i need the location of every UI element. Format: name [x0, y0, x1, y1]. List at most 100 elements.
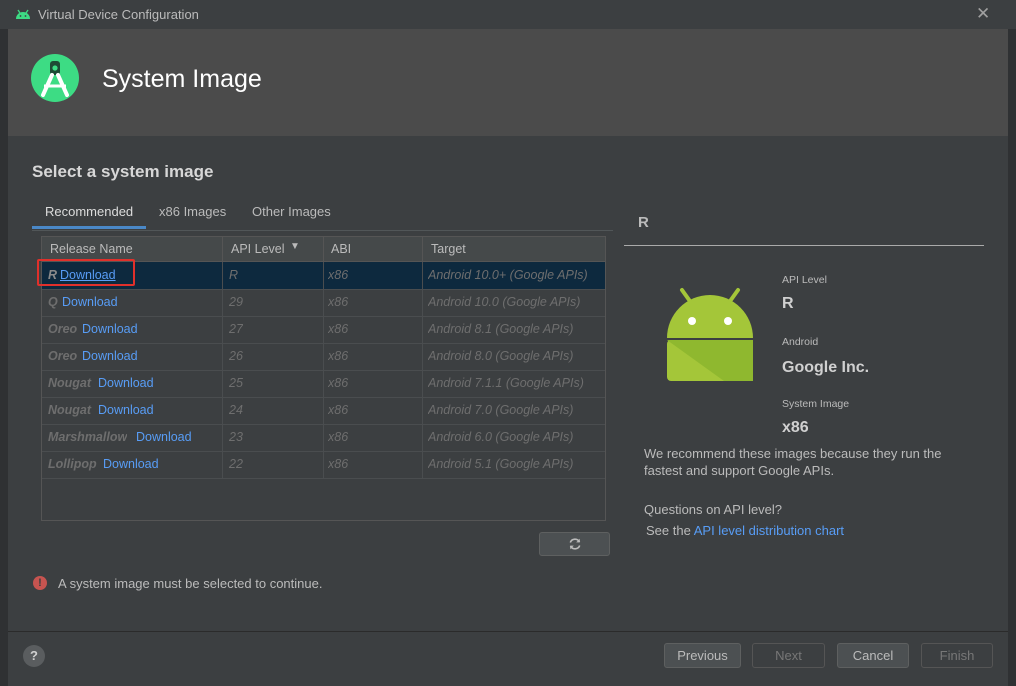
api-distribution-chart-link[interactable]: API level distribution chart: [694, 523, 844, 538]
column-divider: [422, 237, 423, 261]
wizard-header: System Image: [8, 29, 1008, 136]
android-robot-icon: [664, 286, 756, 391]
column-divider: [222, 424, 223, 451]
target-cell: Android 8.1 (Google APIs): [428, 322, 574, 336]
column-divider: [323, 424, 324, 451]
table-row[interactable]: Q Download 29 x86 Android 10.0 (Google A…: [42, 289, 605, 317]
refresh-button[interactable]: [539, 532, 610, 556]
table-row[interactable]: Oreo Download 26 x86 Android 8.0 (Google…: [42, 343, 605, 371]
table-row[interactable]: Nougat Download 24 x86 Android 7.0 (Goog…: [42, 397, 605, 425]
window-frame-left: [0, 29, 8, 686]
previous-button[interactable]: Previous: [664, 643, 741, 668]
tab-other-images[interactable]: Other Images: [252, 204, 331, 219]
window-title: Virtual Device Configuration: [38, 7, 199, 22]
release-name: Q: [48, 295, 58, 309]
download-link[interactable]: Download: [98, 376, 154, 390]
target-cell: Android 6.0 (Google APIs): [428, 430, 574, 444]
active-tab-indicator: [32, 226, 146, 229]
api-level-value: R: [782, 295, 794, 312]
column-header-api-level[interactable]: API Level: [231, 242, 285, 256]
api-level-cell: 26: [229, 349, 243, 363]
system-image-label: System Image: [782, 398, 850, 410]
column-divider: [422, 370, 423, 397]
column-divider: [323, 343, 324, 370]
column-divider: [422, 289, 423, 316]
release-name: Lollipop: [48, 457, 97, 471]
target-cell: Android 7.1.1 (Google APIs): [428, 376, 584, 390]
annotation-highlight: [37, 259, 135, 286]
table-row[interactable]: Nougat Download 25 x86 Android 7.1.1 (Go…: [42, 370, 605, 398]
help-button[interactable]: ?: [23, 645, 45, 667]
column-divider: [422, 451, 423, 478]
column-divider: [222, 262, 223, 289]
table-row[interactable]: Oreo Download 27 x86 Android 8.1 (Google…: [42, 316, 605, 344]
close-icon[interactable]: ✕: [976, 4, 990, 24]
tab-recommended[interactable]: Recommended: [45, 204, 133, 219]
column-divider: [222, 370, 223, 397]
download-link[interactable]: Download: [98, 403, 154, 417]
release-name: Nougat: [48, 403, 92, 417]
api-level-cell: 25: [229, 376, 243, 390]
column-header-release-name[interactable]: Release Name: [50, 242, 133, 256]
section-title: Select a system image: [32, 162, 214, 181]
vendor-value: Google Inc.: [782, 359, 870, 376]
error-icon: !: [33, 576, 47, 590]
column-divider: [323, 397, 324, 424]
page-title: System Image: [102, 65, 262, 93]
refresh-icon: [569, 538, 581, 550]
table-row[interactable]: Marshmallow Download 23 x86 Android 6.0 …: [42, 424, 605, 452]
column-header-target[interactable]: Target: [431, 242, 466, 256]
column-divider: [222, 316, 223, 343]
column-divider: [422, 424, 423, 451]
column-divider: [222, 289, 223, 316]
column-divider: [222, 343, 223, 370]
target-cell: Android 8.0 (Google APIs): [428, 349, 574, 363]
column-divider: [323, 237, 324, 261]
release-name: Oreo: [48, 349, 78, 363]
abi-cell: x86: [328, 457, 349, 471]
abi-cell: x86: [328, 403, 349, 417]
recommendation-text: We recommend these images because they r…: [644, 446, 942, 478]
download-link[interactable]: Download: [136, 430, 192, 444]
abi-cell: x86: [328, 268, 349, 282]
table-row[interactable]: Lollipop Download 22 x86 Android 5.1 (Go…: [42, 451, 605, 479]
download-link[interactable]: Download: [82, 322, 138, 336]
api-level-cell: 22: [229, 457, 243, 471]
api-level-cell: 27: [229, 322, 243, 336]
column-header-abi[interactable]: ABI: [331, 242, 351, 256]
target-cell: Android 7.0 (Google APIs): [428, 403, 574, 417]
column-divider: [222, 397, 223, 424]
download-link[interactable]: Download: [62, 295, 118, 309]
column-divider: [222, 237, 223, 261]
sort-descending-icon: ▼: [290, 241, 300, 252]
api-level-cell: 23: [229, 430, 243, 444]
api-question-text: Questions on API level?: [644, 502, 783, 517]
window-frame-right: [1008, 29, 1016, 686]
tab-x86-images[interactable]: x86 Images: [159, 204, 226, 219]
details-divider: [624, 245, 984, 246]
column-divider: [422, 343, 423, 370]
download-link[interactable]: Download: [82, 349, 138, 363]
download-link[interactable]: Download: [103, 457, 159, 471]
column-divider: [422, 397, 423, 424]
abi-cell: x86: [328, 322, 349, 336]
api-level-cell: 24: [229, 403, 243, 417]
target-cell: Android 5.1 (Google APIs): [428, 457, 574, 471]
system-image-value: x86: [782, 419, 809, 436]
column-divider: [323, 316, 324, 343]
cancel-button[interactable]: Cancel: [837, 643, 909, 668]
abi-cell: x86: [328, 349, 349, 363]
abi-cell: x86: [328, 376, 349, 390]
details-heading: R: [638, 214, 649, 231]
next-button[interactable]: Next: [752, 643, 825, 668]
finish-button[interactable]: Finish: [921, 643, 993, 668]
api-level-cell: 29: [229, 295, 243, 309]
column-divider: [323, 289, 324, 316]
see-prefix: See the: [646, 523, 691, 538]
column-divider: [323, 370, 324, 397]
android-studio-icon: [15, 7, 31, 25]
api-level-label: API Level: [782, 274, 827, 286]
release-name: Oreo: [48, 322, 78, 336]
release-name: Marshmallow: [48, 430, 128, 444]
column-divider: [323, 451, 324, 478]
